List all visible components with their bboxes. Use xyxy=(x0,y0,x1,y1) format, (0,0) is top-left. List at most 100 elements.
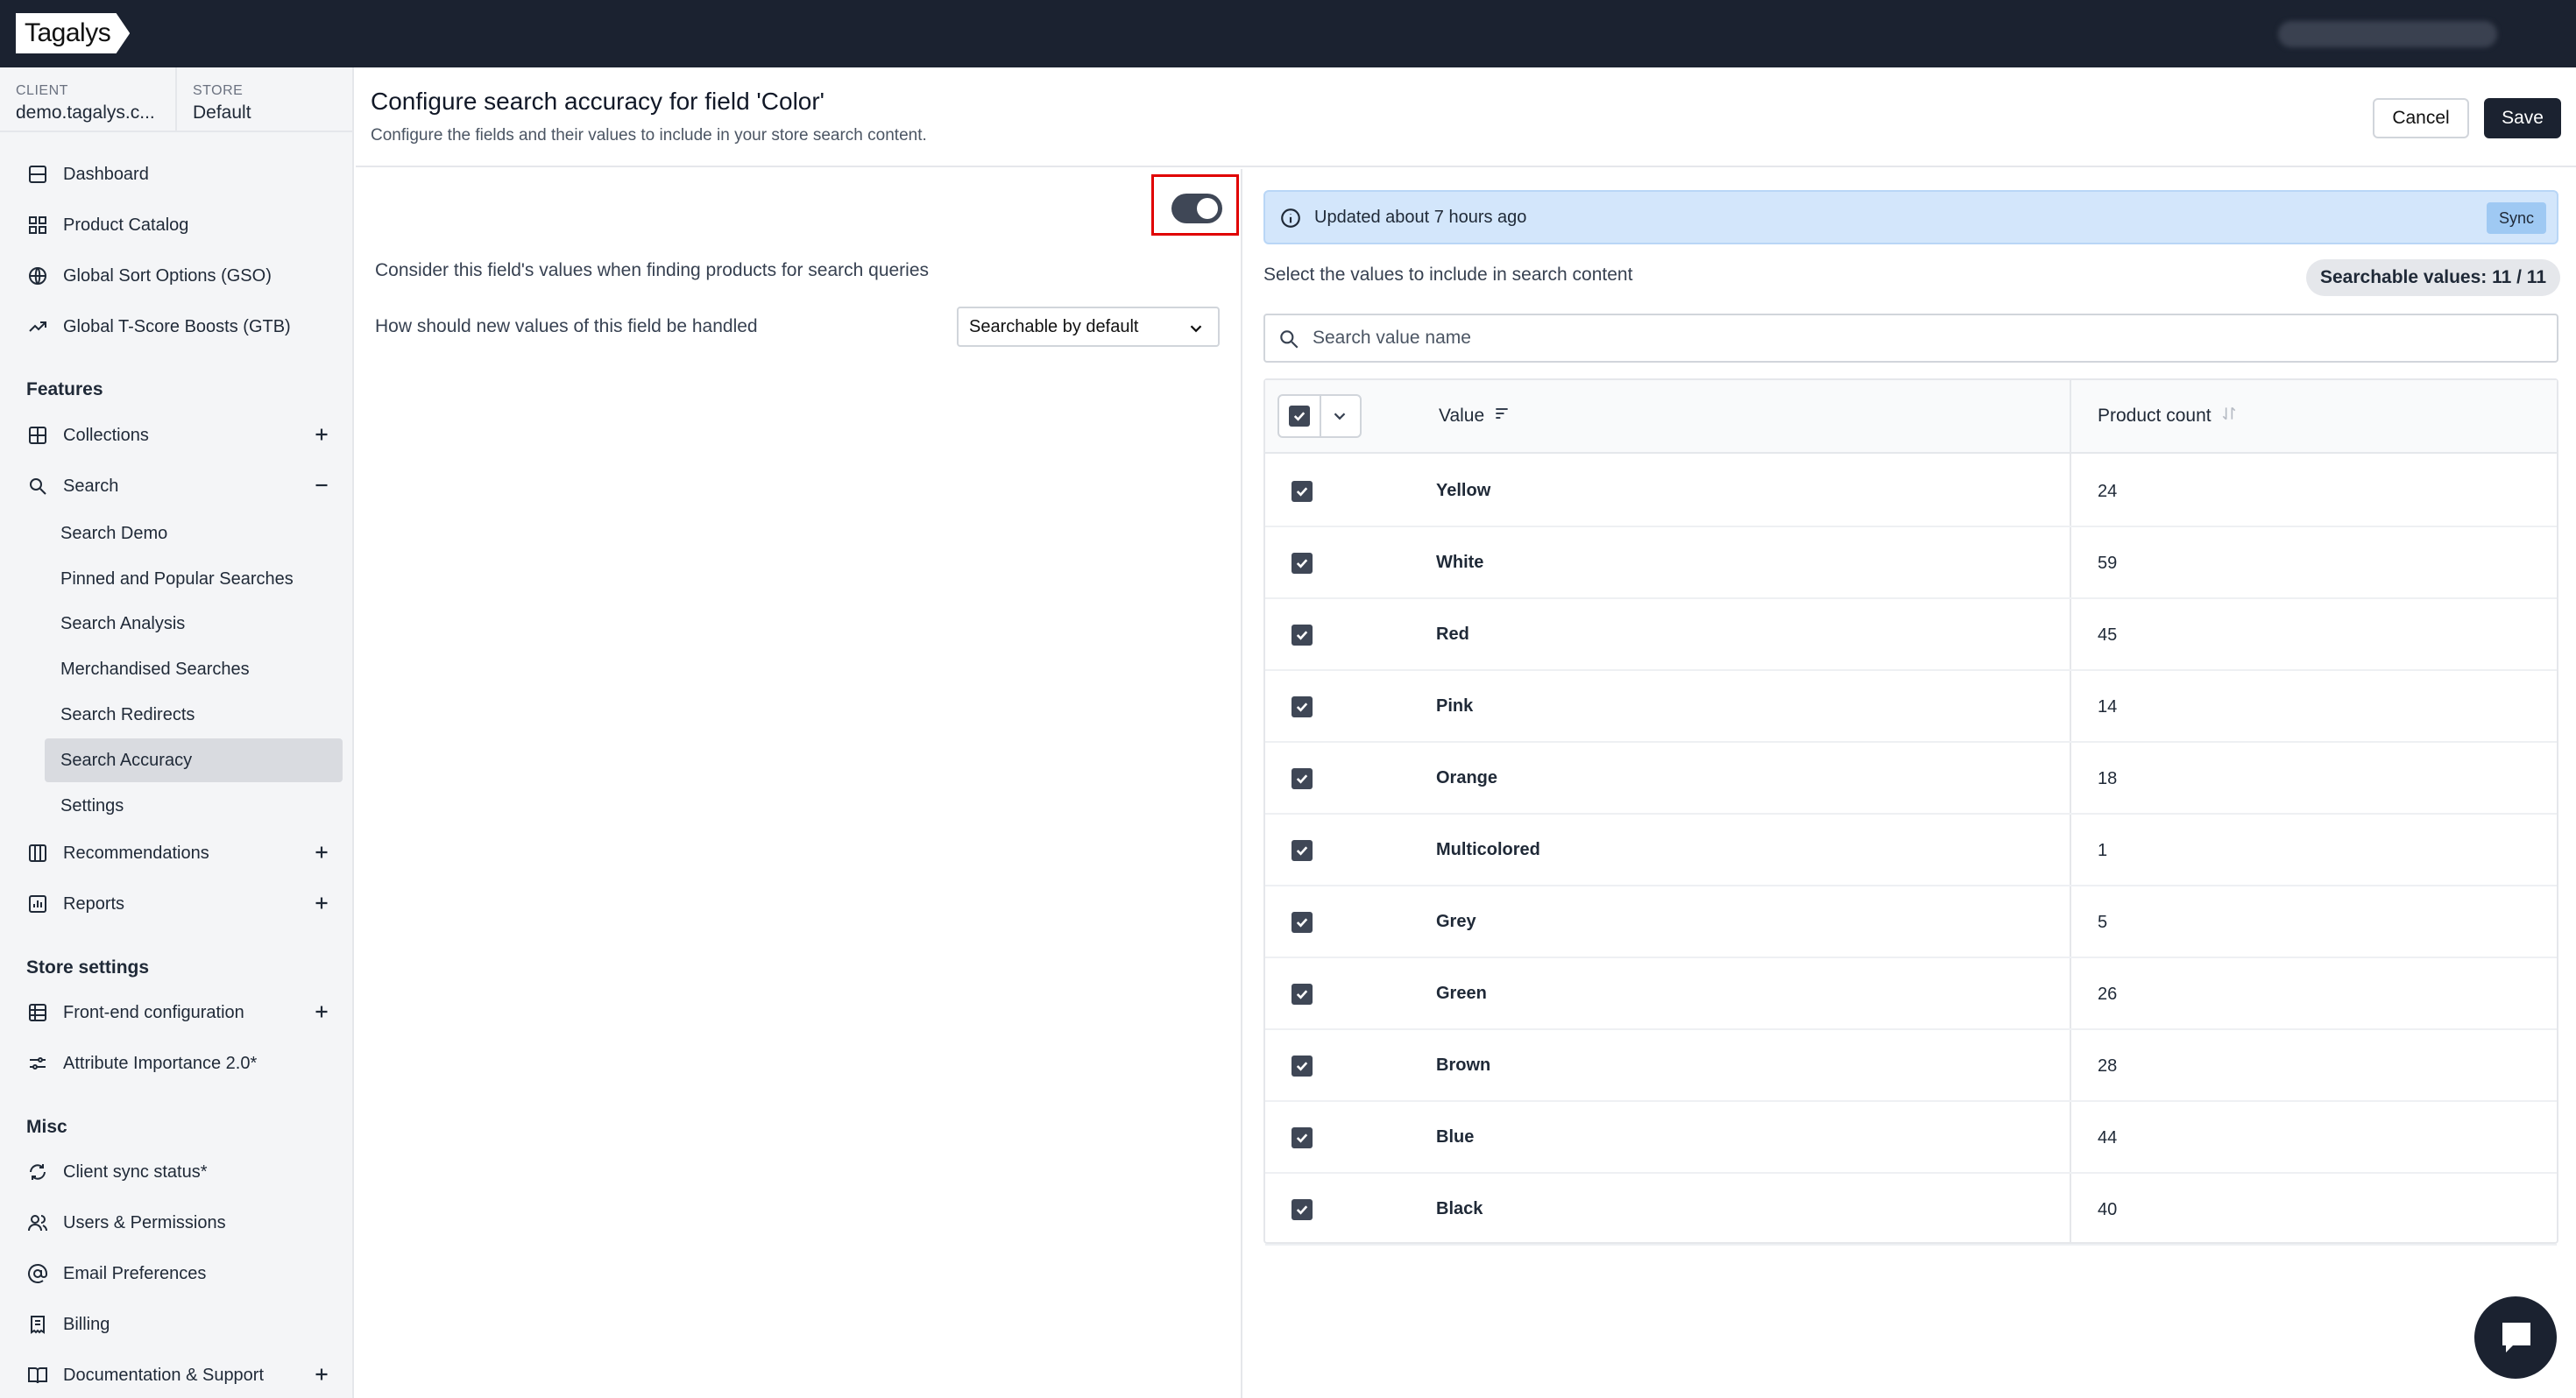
nav-users-permissions[interactable]: Users & Permissions xyxy=(26,1202,342,1244)
nav-collections[interactable]: Collections xyxy=(26,414,342,456)
store-selector[interactable]: STORE Default xyxy=(193,83,251,124)
nav-client-sync[interactable]: Client sync status* xyxy=(26,1151,342,1193)
column-value[interactable]: Value xyxy=(1439,405,1511,427)
info-icon xyxy=(1279,207,1302,235)
nav-product-catalog[interactable]: Product Catalog xyxy=(26,204,342,246)
nav-label: Dashboard xyxy=(63,164,149,184)
nav-label: Collections xyxy=(63,425,149,445)
chevron-down-icon xyxy=(1186,319,1206,343)
nav-gso[interactable]: Global Sort Options (GSO) xyxy=(26,255,342,297)
columns-icon xyxy=(26,842,49,865)
row-checkbox[interactable] xyxy=(1292,553,1313,574)
sync-button[interactable]: Sync xyxy=(2486,202,2546,234)
plus-icon[interactable] xyxy=(310,841,333,864)
row-count: 28 xyxy=(2098,1056,2118,1076)
new-values-label: How should new values of this field be h… xyxy=(375,316,758,336)
nav-reports[interactable]: Reports xyxy=(26,883,342,925)
table-row[interactable]: Grey 5 xyxy=(1265,886,2557,958)
nav-attribute-importance[interactable]: Attribute Importance 2.0* xyxy=(26,1042,342,1084)
table-row[interactable]: Orange 18 xyxy=(1265,743,2557,815)
sub-search-analysis[interactable]: Search Analysis xyxy=(45,602,343,646)
row-checkbox[interactable] xyxy=(1292,984,1313,1005)
minus-icon[interactable] xyxy=(310,474,333,497)
client-selector[interactable]: CLIENT demo.tagalys.c... xyxy=(16,83,155,124)
row-checkbox[interactable] xyxy=(1292,1199,1313,1220)
select-all-checkbox[interactable] xyxy=(1289,406,1310,427)
plus-icon[interactable] xyxy=(310,1000,333,1023)
nav-label: Product Catalog xyxy=(63,215,189,235)
table-row[interactable]: White 59 xyxy=(1265,527,2557,599)
row-checkbox[interactable] xyxy=(1292,1127,1313,1148)
row-checkbox[interactable] xyxy=(1292,912,1313,933)
save-button[interactable]: Save xyxy=(2484,98,2561,138)
nav-documentation-support[interactable]: Documentation & Support xyxy=(26,1354,342,1396)
store-settings-title: Store settings xyxy=(26,957,150,978)
nav-dashboard[interactable]: Dashboard xyxy=(26,153,342,195)
plus-icon[interactable] xyxy=(310,892,333,914)
values-table: Value Product count Yellow 24 White 59 Red 45… xyxy=(1263,378,2558,1246)
context-divider xyxy=(175,67,177,132)
nav-email-preferences[interactable]: Email Preferences xyxy=(26,1253,342,1295)
home-icon xyxy=(26,163,49,186)
consider-toggle[interactable] xyxy=(1171,194,1222,223)
nav-recommendations[interactable]: Recommendations xyxy=(26,832,342,874)
nav-gtb[interactable]: Global T-Score Boosts (GTB) xyxy=(26,306,342,348)
nav-frontend-config[interactable]: Front-end configuration xyxy=(26,992,342,1034)
sub-search-demo[interactable]: Search Demo xyxy=(45,512,343,555)
chart-icon xyxy=(26,893,49,915)
chevron-down-icon[interactable] xyxy=(1330,406,1349,431)
plus-icon[interactable] xyxy=(310,1363,333,1386)
nav-label: Email Preferences xyxy=(63,1263,207,1283)
table-row[interactable]: Black 40 xyxy=(1265,1174,2557,1246)
sort-arrows-icon xyxy=(2220,405,2238,427)
nav-label: Recommendations xyxy=(63,843,209,863)
nav-label: Global T-Score Boosts (GTB) xyxy=(63,316,291,336)
nav-label: Front-end configuration xyxy=(63,1002,244,1022)
nav-label: Reports xyxy=(63,893,125,914)
logo[interactable]: Tagalys xyxy=(16,13,131,53)
user-menu[interactable] xyxy=(2278,21,2497,47)
row-checkbox[interactable] xyxy=(1292,481,1313,502)
bulk-select[interactable] xyxy=(1277,394,1362,438)
row-checkbox[interactable] xyxy=(1292,840,1313,861)
row-value: Orange xyxy=(1436,768,1498,787)
sub-label: Pinned and Popular Searches xyxy=(60,568,294,589)
row-checkbox[interactable] xyxy=(1292,696,1313,717)
sync-info-bar: Updated about 7 hours ago Sync xyxy=(1263,190,2558,244)
table-row[interactable]: Red 45 xyxy=(1265,599,2557,671)
row-checkbox[interactable] xyxy=(1292,768,1313,789)
nav-search[interactable]: Search xyxy=(26,465,342,507)
client-label: CLIENT xyxy=(16,83,68,98)
sub-label: Search Analysis xyxy=(60,613,186,633)
table-row[interactable]: Pink 14 xyxy=(1265,671,2557,743)
sub-search-redirects[interactable]: Search Redirects xyxy=(45,693,343,737)
globe-grid-icon xyxy=(26,1001,49,1024)
row-checkbox[interactable] xyxy=(1292,1056,1313,1077)
select-value: Searchable by default xyxy=(969,316,1139,336)
column-product-count[interactable]: Product count xyxy=(2098,405,2238,427)
sync-icon xyxy=(26,1161,49,1183)
consider-label: Consider this field's values when findin… xyxy=(375,260,930,280)
chat-launcher[interactable] xyxy=(2474,1296,2557,1379)
context-switcher: CLIENT demo.tagalys.c... STORE Default xyxy=(0,67,354,132)
plus-icon[interactable] xyxy=(310,423,333,446)
cancel-button[interactable]: Cancel xyxy=(2373,98,2469,138)
sub-search-accuracy[interactable]: Search Accuracy xyxy=(45,738,343,782)
sub-merchandised[interactable]: Merchandised Searches xyxy=(45,647,343,691)
nav-billing[interactable]: Billing xyxy=(26,1303,342,1345)
table-row[interactable]: Blue 44 xyxy=(1265,1102,2557,1174)
row-value: Red xyxy=(1436,625,1469,644)
nav-label: Search xyxy=(63,476,119,496)
table-row[interactable]: Multicolored 1 xyxy=(1265,815,2557,886)
search-input[interactable] xyxy=(1313,322,2522,354)
table-row[interactable]: Yellow 24 xyxy=(1265,455,2557,527)
nav-label: Billing xyxy=(63,1314,110,1334)
new-values-select[interactable]: Searchable by default xyxy=(957,307,1220,347)
sub-settings[interactable]: Settings xyxy=(45,784,343,828)
table-row[interactable]: Brown 28 xyxy=(1265,1030,2557,1102)
row-checkbox[interactable] xyxy=(1292,625,1313,646)
field-options-pane: Consider this field's values when findin… xyxy=(356,169,1242,1398)
sub-pinned-popular[interactable]: Pinned and Popular Searches xyxy=(45,557,343,601)
table-row[interactable]: Green 26 xyxy=(1265,958,2557,1030)
page-header: Configure search accuracy for field 'Col… xyxy=(356,67,2576,167)
